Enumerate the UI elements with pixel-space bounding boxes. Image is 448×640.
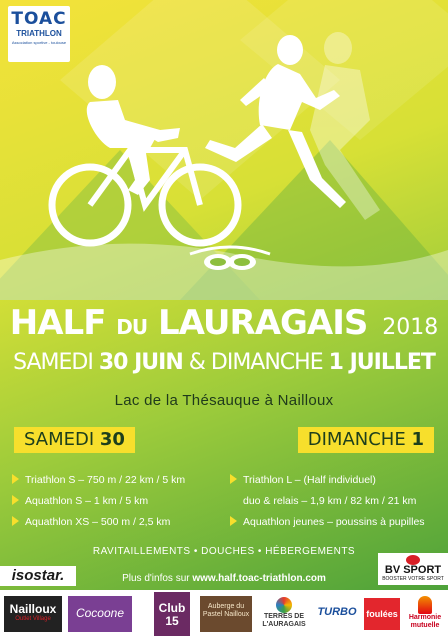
cocoon-name: Cocoone	[75, 606, 125, 620]
info-prefix: Plus d'infos sur	[122, 573, 190, 584]
terres-logo-icon	[276, 597, 292, 613]
date-day1-num: 30 JUIN	[98, 350, 184, 375]
sponsor-foulees: foulées	[364, 598, 400, 630]
bv-sport-sub: BOOSTER VOTRE SPORT	[382, 576, 444, 582]
arrow-icon	[12, 516, 19, 526]
day-right-num: 1	[411, 429, 424, 450]
day-header-sunday: DIMANCHE 1	[297, 427, 434, 453]
auberge-name: Auberge du Pastel Nailloux	[202, 603, 250, 618]
swim-goggles-icon	[189, 245, 271, 270]
title-du: DU	[116, 315, 148, 339]
event-location: Lac de la Thésauque à Nailloux	[114, 392, 334, 409]
title-year: 2018	[382, 315, 439, 340]
bv-sport-name: BV SPORT	[384, 564, 442, 576]
event-text: Triathlon L – (Half individuel)	[243, 474, 376, 486]
event-list: Triathlon S – 750 m / 22 km / 5 km Aquat…	[10, 470, 440, 535]
sponsor-cocoon: Cocoone	[68, 596, 132, 632]
sponsor-terres-auragais: TERRES DE L'AURAGAIS	[256, 594, 312, 634]
sponsor-isostar: isostar.	[0, 566, 76, 586]
arrow-icon	[12, 474, 19, 484]
harmonie-logo-icon	[418, 596, 432, 614]
day-header-saturday: SAMEDI 30	[14, 427, 135, 453]
sponsor-bv-sport: BV SPORT BOOSTER VOTRE SPORT	[378, 553, 448, 585]
event-poster: TOAC TRIATHLON Association sportive - to…	[0, 0, 448, 640]
sponsor-auberge: Auberge du Pastel Nailloux	[200, 596, 252, 632]
event-item: Aquathlon XS – 500 m / 2,5 km	[12, 516, 170, 528]
event-text: Triathlon S – 750 m / 22 km / 5 km	[25, 474, 186, 486]
sponsor-harmonie: Harmonie mutuelle	[404, 594, 446, 634]
event-item-continued: duo & relais – 1,9 km / 82 km / 21 km	[243, 495, 416, 507]
title-half: HALF	[9, 303, 107, 343]
day-left-num: 30	[99, 429, 125, 450]
arrow-icon	[230, 516, 237, 526]
event-item: Triathlon S – 750 m / 22 km / 5 km	[12, 474, 185, 486]
event-text: duo & relais – 1,9 km / 82 km / 21 km	[243, 495, 417, 507]
date-amp: &	[188, 350, 206, 375]
athletes-illustration	[48, 32, 380, 270]
sponsor-club15: Club 15	[154, 592, 190, 636]
info-url[interactable]: www.half.toac-triathlon.com	[192, 573, 326, 584]
date-day1-label: SAMEDI	[13, 350, 94, 375]
club15-name: Club 15	[158, 601, 186, 628]
nailloux-sub: Outlet Village	[15, 616, 51, 622]
nailloux-name: Nailloux	[9, 602, 57, 616]
date-day2-label: DIMANCHE	[210, 350, 324, 375]
foulees-name: foulées	[366, 609, 398, 619]
day-right-label: DIMANCHE	[307, 429, 406, 450]
event-text: Aquathlon XS – 500 m / 2,5 km	[25, 516, 171, 528]
title-place: LAURAGAIS	[157, 303, 368, 343]
sponsor-strip: Nailloux Outlet Village Cocoone Club 15 …	[0, 590, 448, 640]
event-item: Aquathlon S – 1 km / 5 km	[12, 495, 148, 507]
turbo-name: TURBO	[317, 606, 357, 618]
sponsor-turbo: TURBO	[316, 594, 358, 634]
terres-name: TERRES DE L'AURAGAIS	[262, 613, 306, 628]
day-left-label: SAMEDI	[24, 429, 95, 450]
arrow-icon	[230, 474, 237, 484]
event-text: Aquathlon S – 1 km / 5 km	[25, 495, 149, 507]
sponsor-nailloux: Nailloux Outlet Village	[4, 596, 62, 632]
event-title: HALF DU LAURAGAIS 2018	[0, 303, 448, 343]
arrow-icon	[12, 495, 19, 505]
event-dates: SAMEDI 30 JUIN & DIMANCHE 1 JUILLET	[0, 350, 448, 375]
event-text: Aquathlon jeunes – poussins à pupilles	[243, 516, 425, 528]
date-day2-num: 1 JUILLET	[328, 350, 436, 375]
event-item: Triathlon L – (Half individuel)	[230, 474, 376, 486]
organizer-name: TOAC	[11, 9, 67, 29]
harmonie-name: Harmonie mutuelle	[408, 614, 442, 629]
event-item: Aquathlon jeunes – poussins à pupilles	[230, 516, 425, 528]
